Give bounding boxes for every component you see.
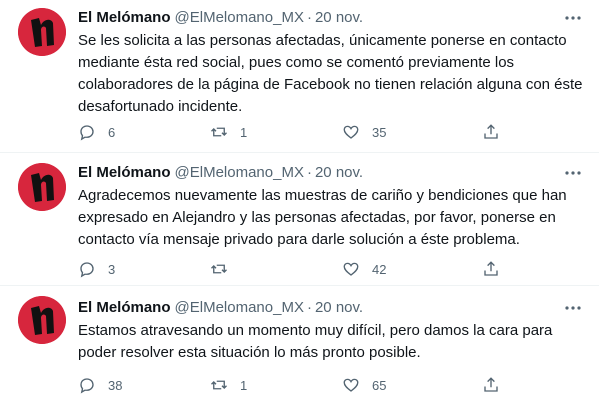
el-melomano-logo <box>18 8 66 56</box>
heart-icon <box>343 378 359 392</box>
separator-dot: · <box>306 299 312 316</box>
tweet-text: Se les solicita a las personas afectadas… <box>78 32 583 115</box>
avatar[interactable] <box>18 296 66 344</box>
reply-button[interactable]: 6 <box>78 120 115 144</box>
reply-button[interactable]: 38 <box>78 373 122 397</box>
retweet-icon <box>211 127 227 137</box>
separator-dot: · <box>306 164 312 181</box>
tweet-date[interactable]: 20 nov. <box>315 9 363 26</box>
retweet-count: 1 <box>240 377 248 393</box>
retweet-button[interactable] <box>210 257 240 281</box>
tweet-actions: 6 1 35 <box>70 120 510 144</box>
more-dots-icon[interactable] <box>563 8 583 28</box>
reply-count: 38 <box>108 377 123 393</box>
tweet[interactable]: El Melómano @ElMelomano_MX · 20 nov. Se les… <box>0 0 599 153</box>
avatar[interactable] <box>18 8 66 56</box>
reply-button[interactable]: 3 <box>78 257 115 281</box>
tweet-actions: 38 1 65 <box>70 373 510 397</box>
separator-dot: · <box>306 9 312 26</box>
reply-count: 6 <box>108 124 116 140</box>
retweet-icon <box>211 264 227 274</box>
like-button[interactable]: 65 <box>342 373 386 397</box>
share-button[interactable] <box>482 257 500 281</box>
like-count: 35 <box>372 124 387 140</box>
share-icon <box>484 261 498 276</box>
author-name[interactable]: El Melómano <box>78 164 171 181</box>
share-icon <box>484 377 498 392</box>
tweet[interactable]: El Melómano @ElMelomano_MX · 20 nov. Agrade… <box>0 153 599 286</box>
el-melomano-logo <box>18 296 66 344</box>
like-count: 65 <box>372 377 387 393</box>
tweet-date[interactable]: 20 nov. <box>315 299 363 316</box>
reply-icon <box>80 125 94 141</box>
share-button[interactable] <box>482 120 500 144</box>
reply-icon <box>80 378 94 394</box>
author-handle[interactable]: @ElMelomano_MX <box>175 9 304 26</box>
author-handle[interactable]: @ElMelomano_MX <box>175 299 304 316</box>
reply-count: 3 <box>108 261 116 277</box>
like-button[interactable]: 42 <box>342 257 386 281</box>
heart-icon <box>343 262 359 276</box>
share-button[interactable] <box>482 373 500 397</box>
retweet-icon <box>211 380 227 390</box>
author-name[interactable]: El Melómano <box>78 299 171 316</box>
tweet-text: Estamos atravesando un momento muy difíc… <box>78 322 553 361</box>
avatar[interactable] <box>18 163 66 211</box>
like-button[interactable]: 35 <box>342 120 386 144</box>
like-count: 42 <box>372 261 387 277</box>
more-dots-icon[interactable] <box>563 163 583 183</box>
tweet[interactable]: El Melómano @ElMelomano_MX · 20 nov. Estamo… <box>0 286 599 408</box>
tweet-date[interactable]: 20 nov. <box>315 164 363 181</box>
more-dots-icon[interactable] <box>563 298 583 318</box>
heart-icon <box>343 125 359 139</box>
el-melomano-logo <box>18 163 66 211</box>
reply-icon <box>80 262 94 278</box>
author-name[interactable]: El Melómano <box>78 9 171 26</box>
tweet-actions: 3 42 <box>70 257 510 281</box>
tweet-text: Agradecemos nuevamente las muestras de c… <box>78 187 567 248</box>
retweet-button[interactable]: 1 <box>210 373 247 397</box>
author-handle[interactable]: @ElMelomano_MX <box>175 164 304 181</box>
retweet-count: 1 <box>240 124 248 140</box>
retweet-button[interactable]: 1 <box>210 120 247 144</box>
share-icon <box>484 124 498 139</box>
